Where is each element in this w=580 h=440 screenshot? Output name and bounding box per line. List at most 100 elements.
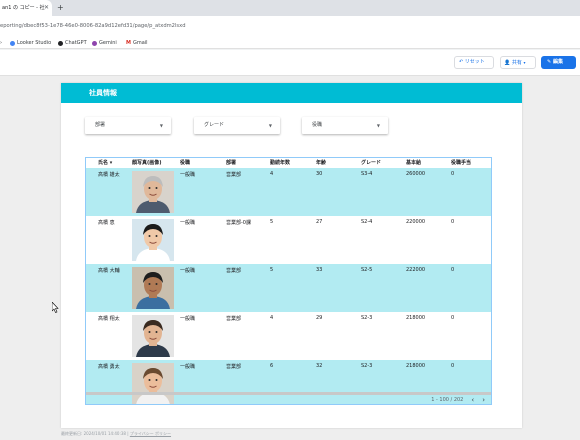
- cell-age: 32: [316, 363, 323, 369]
- report-page: 社員情報 部署 ▼ グレード ▼ 役職 ▼ 氏名 ▾ 顔写真(画像) 役職 部署…: [61, 83, 522, 428]
- column-header-name[interactable]: 氏名 ▾: [98, 158, 112, 168]
- cell-years: 4: [270, 315, 274, 321]
- browser-tab-strip: an1 の コピー - 社 ✕ +: [0, 0, 580, 16]
- table-row[interactable]: 高橋 恵 一般職 営業部-0課 5 27 S2-4 220000 0: [86, 216, 491, 264]
- employee-table: 氏名 ▾ 顔写真(画像) 役職 部署 勤続年数 年齢 グレード 基本給 役職手当…: [85, 157, 492, 405]
- cell-allowance: 0: [451, 315, 455, 321]
- cell-years: 6: [270, 363, 274, 369]
- cell-name: 高橋 勇太: [98, 364, 120, 370]
- chevron-left-icon[interactable]: ‹: [471, 395, 474, 404]
- cell-age: 33: [316, 267, 323, 273]
- bookmark-chatgpt[interactable]: ChatGPT: [58, 37, 87, 49]
- url-text[interactable]: eporting/dbec8f53-1e78-46e0-8006-82a9d12…: [0, 16, 186, 37]
- cell-name: 高橋 翔太: [98, 316, 120, 322]
- close-icon[interactable]: ✕: [44, 0, 49, 16]
- report-footer: 最終更新日: 2024/10/01 14:40:38 | プライバシー ポリシー: [61, 431, 172, 436]
- cell-name: 高橋 大輔: [98, 268, 120, 274]
- cell-age: 27: [316, 219, 323, 225]
- employee-photo: [132, 171, 174, 213]
- table-row[interactable]: 高橋 雄太 一般職 営業部 4 30 S3-4 260000 0: [86, 168, 491, 216]
- cell-allowance: 0: [451, 363, 455, 369]
- bookmark-label: Gmail: [132, 40, 148, 46]
- cell-dept: 営業部-0課: [226, 220, 251, 226]
- pencil-icon: ✎: [547, 59, 552, 65]
- cell-salary: 220000: [406, 219, 426, 225]
- column-header-years[interactable]: 勤続年数: [270, 158, 290, 168]
- gemini-icon: [92, 40, 97, 46]
- column-header-role[interactable]: 役職: [180, 158, 190, 168]
- bookmark-label: ChatGPT: [65, 40, 87, 46]
- cell-dept: 営業部: [226, 364, 242, 370]
- cell-age: 29: [316, 315, 323, 321]
- chevron-down-icon[interactable]: ▾: [523, 60, 525, 65]
- cell-role: 一般職: [180, 172, 196, 178]
- chevron-down-icon: ▼: [376, 123, 380, 128]
- filter-position[interactable]: 役職 ▼: [302, 117, 388, 134]
- share-button[interactable]: 👤 共有 ▾: [500, 56, 536, 69]
- cell-salary: 218000: [406, 363, 426, 369]
- new-tab-icon[interactable]: +: [57, 0, 64, 16]
- cell-role: 一般職: [180, 316, 196, 322]
- table-row[interactable]: 高橋 翔太 一般職 営業部 4 29 S2-3 218000 0: [86, 312, 491, 360]
- employee-photo: [132, 315, 174, 357]
- employee-photo: [132, 267, 174, 309]
- last-updated-text: 最終更新日: 2024/10/01 14:40:38: [61, 431, 126, 436]
- cell-grade: S2-3: [361, 363, 373, 369]
- address-bar[interactable]: eporting/dbec8f53-1e78-46e0-8006-82a9d12…: [0, 16, 580, 37]
- reset-button[interactable]: ↶ リセット: [454, 56, 494, 69]
- cell-salary: 222000: [406, 267, 426, 273]
- cell-grade: S2-4: [361, 219, 373, 225]
- chevron-down-icon: ▼: [268, 123, 272, 128]
- cell-role: 一般職: [180, 364, 196, 370]
- page-title: 社員情報: [89, 89, 117, 97]
- employee-photo: [132, 363, 174, 404]
- chatgpt-icon: [58, 40, 63, 46]
- bookmarks-bar: › Looker Studio ChatGPT Gemini M Gmail: [0, 37, 580, 49]
- cell-years: 5: [270, 219, 274, 225]
- bookmark-label: Looker Studio: [17, 40, 52, 46]
- pagination-range: 1 - 100 / 202: [431, 397, 464, 403]
- browser-tab-title: an1 の コピー - 社: [2, 5, 45, 11]
- cell-salary: 260000: [406, 171, 426, 177]
- chevron-down-icon: ▼: [159, 123, 163, 128]
- cell-dept: 営業部: [226, 316, 242, 322]
- edit-button[interactable]: ✎ 編集: [541, 56, 576, 69]
- cell-salary: 218000: [406, 315, 426, 321]
- column-header-salary[interactable]: 基本給: [406, 158, 421, 168]
- column-header-age[interactable]: 年齢: [316, 158, 326, 168]
- edit-label: 編集: [552, 59, 563, 65]
- cell-years: 5: [270, 267, 274, 273]
- cell-name: 高橋 恵: [98, 220, 115, 226]
- column-header-photo[interactable]: 顔写真(画像): [132, 158, 162, 168]
- bookmark-looker-studio[interactable]: Looker Studio: [10, 37, 51, 49]
- table-row[interactable]: 高橋 大輔 一般職 営業部 5 33 S2-5 222000 0: [86, 264, 491, 312]
- cell-grade: S2-5: [361, 267, 373, 273]
- cell-role: 一般職: [180, 268, 196, 274]
- chevron-right-icon[interactable]: ›: [482, 395, 485, 404]
- cell-allowance: 0: [451, 267, 455, 273]
- reset-label: リセット: [464, 59, 485, 65]
- column-header-dept[interactable]: 部署: [226, 158, 236, 168]
- browser-tab[interactable]: an1 の コピー - 社 ✕: [0, 0, 52, 16]
- column-header-grade[interactable]: グレード: [361, 158, 381, 168]
- cell-dept: 営業部: [226, 172, 242, 178]
- cell-dept: 営業部: [226, 268, 242, 274]
- report-header: 社員情報: [61, 83, 522, 103]
- cell-name: 高橋 雄太: [98, 172, 120, 178]
- employee-photo: [132, 219, 174, 261]
- column-header-allowance[interactable]: 役職手当: [451, 158, 471, 168]
- bookmark-gemini[interactable]: Gemini: [92, 37, 117, 49]
- filter-grade[interactable]: グレード ▼: [194, 117, 280, 134]
- cell-grade: S3-4: [361, 171, 373, 177]
- filter-department[interactable]: 部署 ▼: [85, 117, 171, 134]
- privacy-policy-link[interactable]: プライバシー ポリシー: [130, 431, 171, 436]
- table-header: 氏名 ▾ 顔写真(画像) 役職 部署 勤続年数 年齢 グレード 基本給 役職手当: [86, 158, 491, 168]
- filter-label: 部署: [95, 122, 106, 128]
- bookmark-gmail[interactable]: M Gmail: [126, 37, 148, 49]
- add-person-icon: 👤: [504, 60, 511, 66]
- cell-role: 一般職: [180, 220, 196, 226]
- cell-allowance: 0: [451, 171, 455, 177]
- share-label: 共有: [511, 60, 522, 66]
- bookmark-overflow-icon[interactable]: ›: [0, 37, 2, 49]
- mouse-cursor-icon: [52, 302, 59, 313]
